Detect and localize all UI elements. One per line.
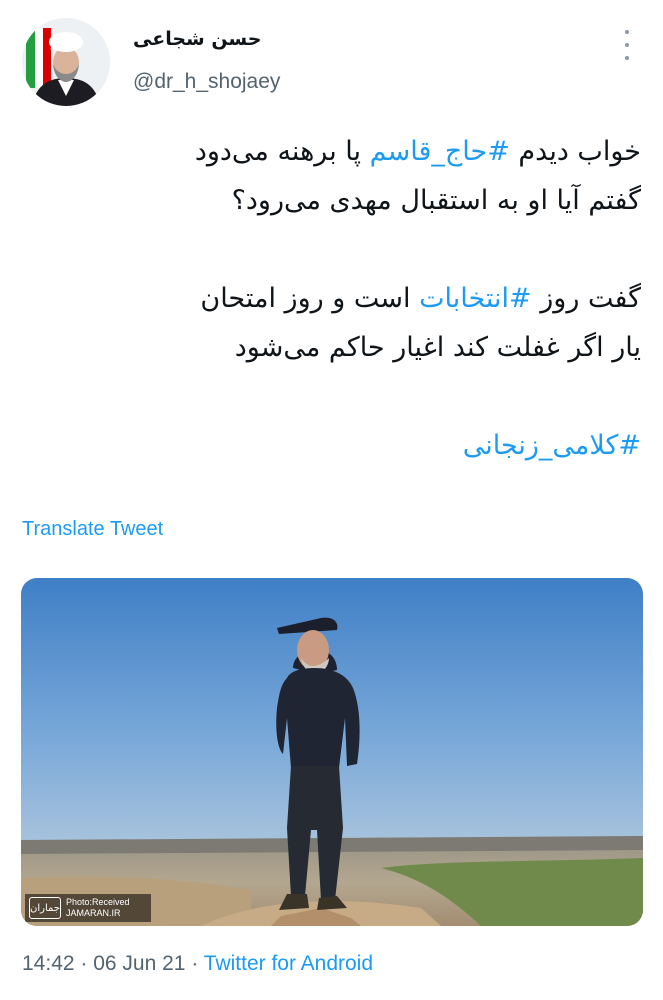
separator: ·: [74, 952, 94, 975]
tweet-line-4: یار اگر غفلت کند اغیار حاکم می‌شود: [234, 332, 641, 363]
tweet-header: حسن شجاعی @dr_h_shojaey: [0, 0, 663, 120]
tweet-text-segment: خواب دیدم: [509, 136, 641, 167]
watermark-site: JAMARAN.IR: [66, 908, 121, 918]
display-name[interactable]: حسن شجاعی: [133, 28, 261, 50]
more-options-icon[interactable]: [616, 30, 638, 60]
profile-photo-icon: [22, 18, 110, 106]
tweet-time[interactable]: 14:42: [22, 952, 75, 975]
photo-image: [21, 578, 643, 926]
tweet-date[interactable]: 06 Jun 21: [93, 952, 185, 975]
separator: ·: [185, 952, 204, 975]
tweet-media-photo[interactable]: جماران Photo:Received JAMARAN.IR: [21, 578, 643, 926]
line-break: [21, 225, 641, 274]
tweet-line-5: #کلامی_زنجانی: [21, 421, 641, 470]
tweet-line-3: گفت روز #انتخابات است و روز امتحان: [21, 274, 641, 323]
tweet-text-segment: است و روز امتحان: [200, 283, 420, 314]
tweet-source-link[interactable]: Twitter for Android: [204, 952, 373, 975]
hashtag-kalami-zanjani[interactable]: #کلامی_زنجانی: [463, 430, 641, 461]
watermark-credit: Photo:Received: [66, 897, 130, 907]
dot-icon: [625, 56, 629, 60]
dot-icon: [625, 43, 629, 47]
tweet-line-2: گفتم آیا او به استقبال مهدی می‌رود؟: [231, 185, 641, 216]
tweet-line-1: خواب دیدم #حاج_قاسم پا برهنه می‌دود: [21, 127, 641, 176]
line-break: [21, 372, 641, 421]
hashtag-haj-qasem[interactable]: #حاج_قاسم: [370, 136, 510, 167]
user-handle[interactable]: @dr_h_shojaey: [133, 70, 280, 94]
jamaran-logo-icon: جماران: [29, 897, 61, 919]
dot-icon: [625, 30, 629, 34]
hashtag-elections[interactable]: #انتخابات: [419, 283, 532, 314]
tweet-metadata: 14:42 · 06 Jun 21 · Twitter for Android: [22, 952, 373, 976]
tweet-text-segment: پا برهنه می‌دود: [194, 136, 370, 167]
tweet-text: خواب دیدم #حاج_قاسم پا برهنه می‌دود گفتم…: [21, 127, 641, 470]
tweet-text-segment: گفت روز: [531, 283, 641, 314]
translate-tweet-link[interactable]: Translate Tweet: [22, 518, 163, 541]
photo-watermark: جماران Photo:Received JAMARAN.IR: [25, 894, 151, 922]
avatar[interactable]: [22, 18, 110, 106]
watermark-text: Photo:Received JAMARAN.IR: [66, 897, 130, 919]
